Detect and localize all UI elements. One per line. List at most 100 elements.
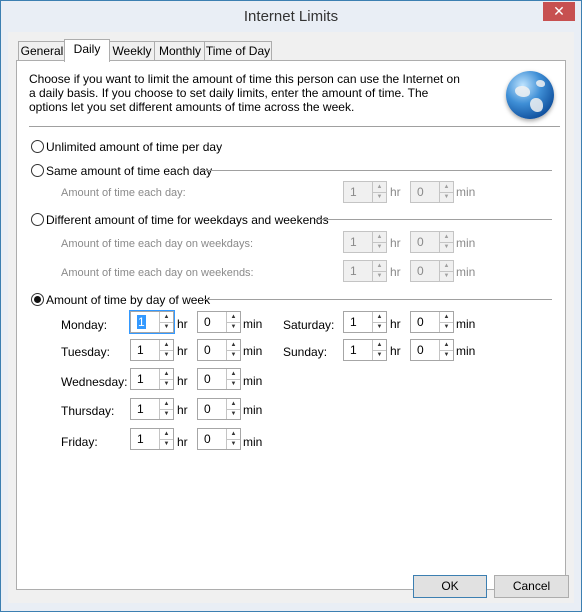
friday-hr-value[interactable]: 1 — [137, 432, 144, 446]
tuesday-hr-unit: hr — [177, 344, 188, 358]
sunday-hr-value[interactable]: 1 — [350, 343, 357, 357]
spin-down-icon[interactable]: ▼ — [373, 242, 386, 252]
weekends-min-stepper[interactable]: 0 ▲ ▼ — [410, 260, 454, 282]
by-day-radio[interactable] — [31, 293, 44, 306]
thursday-min-stepper[interactable]: 0 ▲ ▼ — [197, 398, 241, 420]
sunday-hr-unit: hr — [390, 344, 401, 358]
same-hr-value: 1 — [350, 185, 357, 199]
spin-down-icon[interactable]: ▼ — [440, 242, 453, 252]
wednesday-min-unit: min — [243, 374, 263, 388]
sunday-min-value[interactable]: 0 — [417, 343, 424, 357]
spin-down-icon[interactable]: ▼ — [373, 271, 386, 281]
weekends-min-value: 0 — [417, 264, 424, 278]
saturday-min-unit: min — [456, 317, 476, 331]
monday-min-value[interactable]: 0 — [204, 315, 211, 329]
sunday-hr-stepper[interactable]: 1 ▲ ▼ — [343, 339, 387, 361]
saturday-min-value[interactable]: 0 — [417, 315, 424, 329]
tuesday-hr-value[interactable]: 1 — [137, 343, 144, 357]
spin-down-icon[interactable]: ▼ — [227, 322, 240, 332]
weekdays-hr-stepper[interactable]: 1 ▲ ▼ — [343, 231, 387, 253]
different-radio[interactable] — [31, 213, 44, 226]
saturday-min-stepper[interactable]: 0 ▲ ▼ — [410, 311, 454, 333]
weekends-row-label: Amount of time each day on weekends: — [61, 267, 254, 279]
spin-down-icon[interactable]: ▼ — [160, 350, 173, 360]
header-divider — [29, 126, 560, 127]
spin-down-icon[interactable]: ▼ — [227, 439, 240, 449]
thursday-min-value[interactable]: 0 — [204, 402, 211, 416]
title-bar: Internet Limits ✕ — [1, 1, 581, 32]
friday-hr-unit: hr — [177, 435, 188, 449]
spin-down-icon[interactable]: ▼ — [440, 192, 453, 202]
ok-button[interactable]: OK — [413, 575, 487, 598]
spin-down-icon[interactable]: ▼ — [440, 322, 453, 332]
spin-down-icon[interactable]: ▼ — [373, 322, 386, 332]
monday-hr-stepper[interactable]: 1 ▲ ▼ — [129, 310, 175, 334]
close-button[interactable]: ✕ — [543, 2, 575, 21]
wednesday-label: Wednesday: — [61, 375, 128, 389]
tab-general[interactable]: General — [18, 41, 66, 61]
by-day-label[interactable]: Amount of time by day of week — [46, 293, 210, 307]
saturday-label: Saturday: — [283, 318, 335, 332]
same-section-divider — [202, 170, 552, 171]
spin-down-icon[interactable]: ▼ — [227, 350, 240, 360]
tuesday-min-stepper[interactable]: 0 ▲ ▼ — [197, 339, 241, 361]
monday-hr-value[interactable]: 1 — [137, 315, 146, 329]
weekdays-min-stepper[interactable]: 0 ▲ ▼ — [410, 231, 454, 253]
saturday-hr-unit: hr — [390, 317, 401, 331]
weekdays-min-value: 0 — [417, 235, 424, 249]
saturday-hr-stepper[interactable]: 1 ▲ ▼ — [343, 311, 387, 333]
window-title: Internet Limits — [243, 8, 339, 25]
spin-down-icon[interactable]: ▼ — [160, 322, 173, 332]
friday-hr-stepper[interactable]: 1 ▲ ▼ — [130, 428, 174, 450]
wednesday-min-value[interactable]: 0 — [204, 372, 211, 386]
weekdays-hr-unit: hr — [390, 236, 401, 250]
wednesday-hr-unit: hr — [177, 374, 188, 388]
different-label[interactable]: Different amount of time for weekdays an… — [46, 213, 329, 227]
wednesday-hr-stepper[interactable]: 1 ▲ ▼ — [130, 368, 174, 390]
monday-hr-unit: hr — [177, 317, 188, 331]
spin-down-icon[interactable]: ▼ — [440, 271, 453, 281]
spin-down-icon[interactable]: ▼ — [160, 409, 173, 419]
spin-down-icon[interactable]: ▼ — [227, 379, 240, 389]
wednesday-hr-value[interactable]: 1 — [137, 372, 144, 386]
tab-monthly[interactable]: Monthly — [154, 41, 206, 61]
thursday-label: Thursday: — [61, 404, 115, 418]
cancel-button[interactable]: Cancel — [494, 575, 569, 598]
spin-down-icon[interactable]: ▼ — [160, 439, 173, 449]
wednesday-min-stepper[interactable]: 0 ▲ ▼ — [197, 368, 241, 390]
spin-down-icon[interactable]: ▼ — [227, 409, 240, 419]
thursday-hr-value[interactable]: 1 — [137, 402, 144, 416]
weekends-hr-stepper[interactable]: 1 ▲ ▼ — [343, 260, 387, 282]
spin-down-icon[interactable]: ▼ — [373, 192, 386, 202]
tab-weekly[interactable]: Weekly — [108, 41, 156, 61]
spin-down-icon[interactable]: ▼ — [440, 350, 453, 360]
sunday-min-stepper[interactable]: 0 ▲ ▼ — [410, 339, 454, 361]
tab-daily[interactable]: Daily — [64, 39, 110, 62]
daily-tab-panel: Choose if you want to limit the amount o… — [16, 60, 566, 590]
same-min-stepper[interactable]: 0 ▲ ▼ — [410, 181, 454, 203]
weekdays-hr-value: 1 — [350, 235, 357, 249]
friday-min-stepper[interactable]: 0 ▲ ▼ — [197, 428, 241, 450]
same-each-day-radio[interactable] — [31, 164, 44, 177]
unlimited-radio[interactable] — [31, 140, 44, 153]
tab-time-of-day[interactable]: Time of Day — [204, 41, 272, 61]
tuesday-min-value[interactable]: 0 — [204, 343, 211, 357]
unlimited-label[interactable]: Unlimited amount of time per day — [46, 140, 222, 154]
sunday-min-unit: min — [456, 344, 476, 358]
spin-down-icon[interactable]: ▼ — [160, 379, 173, 389]
friday-label: Friday: — [61, 435, 98, 449]
same-hr-stepper[interactable]: 1 ▲ ▼ — [343, 181, 387, 203]
weekends-hr-value: 1 — [350, 264, 357, 278]
spin-down-icon[interactable]: ▼ — [373, 350, 386, 360]
friday-min-value[interactable]: 0 — [204, 432, 211, 446]
saturday-hr-value[interactable]: 1 — [350, 315, 357, 329]
same-each-day-label[interactable]: Same amount of time each day — [46, 164, 212, 178]
monday-min-stepper[interactable]: 0 ▲ ▼ — [197, 311, 241, 333]
by-day-section-divider — [204, 299, 552, 300]
description-text: Choose if you want to limit the amount o… — [29, 72, 460, 114]
thursday-hr-stepper[interactable]: 1 ▲ ▼ — [130, 398, 174, 420]
weekdays-min-unit: min — [456, 236, 476, 250]
tuesday-hr-stepper[interactable]: 1 ▲ ▼ — [130, 339, 174, 361]
tuesday-min-unit: min — [243, 344, 263, 358]
weekdays-row-label: Amount of time each day on weekdays: — [61, 238, 253, 250]
